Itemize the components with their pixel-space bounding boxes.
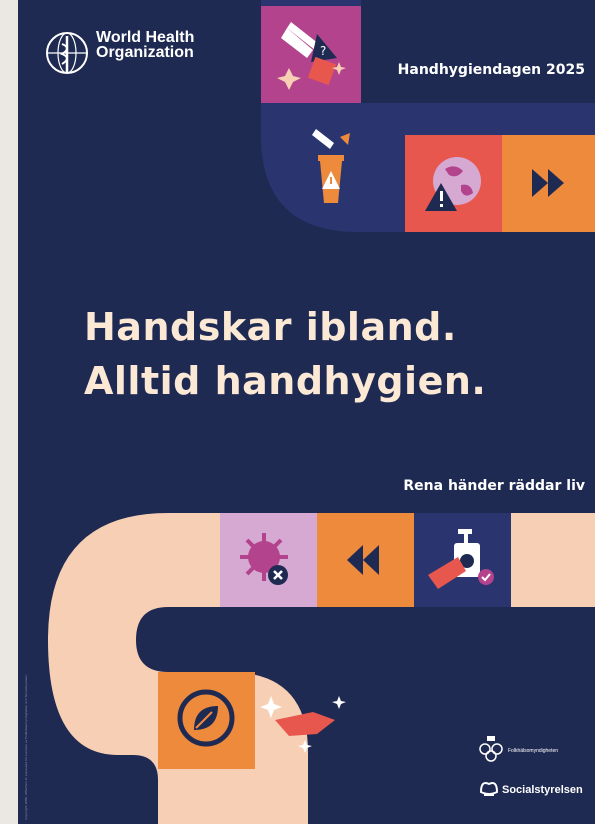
germ-x-icon bbox=[240, 533, 288, 585]
leaf-icon bbox=[177, 689, 235, 747]
socialstyrelsen-name: Socialstyrelsen bbox=[502, 784, 583, 796]
socialstyrelsen-logo-icon bbox=[479, 782, 499, 796]
tile-fast-forward bbox=[502, 135, 595, 232]
tile-glove-trash bbox=[300, 115, 360, 210]
tile-clean-hand bbox=[255, 690, 355, 760]
tile-germ bbox=[220, 513, 317, 607]
tile-globe-warning bbox=[405, 135, 502, 232]
who-logo: World Health Organization bbox=[44, 30, 204, 76]
who-emblem-icon bbox=[46, 32, 88, 74]
svg-text:?: ? bbox=[320, 44, 326, 58]
fast-forward-icon bbox=[532, 169, 564, 197]
rewind-icon bbox=[347, 545, 379, 575]
hand-sanitizer-icon bbox=[428, 529, 494, 589]
who-name-line1: World Health bbox=[96, 29, 195, 46]
campaign-title: Handhygiendagen 2025 bbox=[397, 62, 585, 78]
poster: ? World Health Organization Handhygienda… bbox=[18, 0, 595, 824]
headline: Handskar ibland. Alltid handhygien. bbox=[84, 300, 486, 408]
hand-question-icon: ? bbox=[277, 22, 346, 90]
tile-sanitizer bbox=[414, 513, 511, 607]
who-name: World Health Organization bbox=[96, 29, 195, 61]
glove-trash-warning-icon bbox=[312, 129, 350, 203]
tagline: Rena händer räddar liv bbox=[403, 478, 585, 494]
clean-hand-sparkle-icon bbox=[260, 696, 346, 753]
tile-hand-question: ? bbox=[261, 6, 361, 103]
headline-line1: Handskar ibland. bbox=[84, 305, 457, 349]
globe-warning-icon bbox=[425, 157, 481, 211]
folkhalsomyndigheten-logo-icon bbox=[479, 736, 503, 762]
tile-leaf bbox=[158, 672, 255, 769]
folkhalsomyndigheten-name: Folkhälsomyndigheten bbox=[508, 748, 559, 754]
tile-rewind bbox=[317, 513, 414, 607]
headline-line2: Alltid handhygien. bbox=[84, 359, 487, 403]
copyright-note: Copyright WHO. Affischen är anpassad til… bbox=[24, 673, 28, 820]
who-name-line2: Organization bbox=[96, 44, 194, 61]
